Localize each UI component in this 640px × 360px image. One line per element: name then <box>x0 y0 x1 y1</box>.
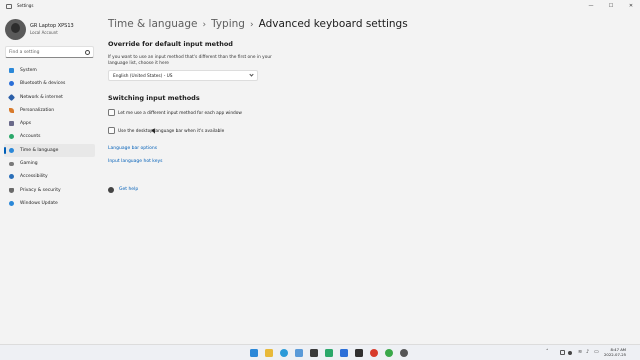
close-button[interactable]: ✕ <box>624 1 638 11</box>
file-explorer-icon[interactable] <box>265 349 273 357</box>
bluetooth-icon <box>9 81 14 87</box>
get-help-link[interactable]: Get help <box>119 187 138 192</box>
breadcrumb-separator: › <box>249 20 254 30</box>
sidebar-item-bluetooth[interactable]: Bluetooth & devices <box>4 77 95 90</box>
app-icon-blue[interactable] <box>340 349 348 357</box>
sidebar-item-personalization[interactable]: Personalization <box>4 104 95 117</box>
sidebar-item-accounts[interactable]: Accounts <box>4 130 95 143</box>
accounts-icon <box>9 134 14 140</box>
shield-icon <box>9 187 14 193</box>
sidebar-item-privacy-security[interactable]: Privacy & security <box>4 184 95 197</box>
system-icon <box>9 68 14 73</box>
sidebar-item-label: Personalization <box>20 107 55 113</box>
volume-icon[interactable]: ♪ <box>586 350 591 355</box>
gaming-icon <box>9 161 14 166</box>
sidebar-nav: System Bluetooth & devices Network & int… <box>4 64 95 210</box>
time-language-icon <box>9 147 14 153</box>
breadcrumb-typing[interactable]: Typing <box>211 18 245 30</box>
search-input[interactable]: Find a setting <box>5 46 94 58</box>
sidebar-item-label: Time & language <box>20 147 59 153</box>
settings-gear-icon[interactable] <box>400 349 408 357</box>
chrome-icon[interactable] <box>370 349 378 357</box>
window-title: Settings <box>17 3 34 8</box>
apps-icon <box>9 121 14 127</box>
sidebar-item-label: Privacy & security <box>20 187 61 193</box>
accessibility-icon <box>9 174 14 180</box>
breadcrumb: Time & language › Typing › Advanced keyboard… <box>108 18 408 30</box>
notepad-icon[interactable] <box>295 349 303 357</box>
title-bar: Settings — ☐ ✕ <box>0 0 640 13</box>
user-profile[interactable]: GR Laptop XPS13 Local Account <box>5 19 100 41</box>
sidebar-item-label: Network & internet <box>20 94 63 100</box>
breadcrumb-separator: › <box>202 20 207 30</box>
language-bar-options-link[interactable]: Language bar options <box>108 146 157 151</box>
tray-overflow-icon[interactable]: ˄ <box>546 350 551 355</box>
sidebar-item-system[interactable]: System <box>4 64 95 77</box>
account-type: Local Account <box>30 30 58 35</box>
page-title: Advanced keyboard settings <box>258 18 408 30</box>
sidebar-item-label: Accounts <box>20 134 41 140</box>
search-icon[interactable] <box>85 50 90 55</box>
sidebar-item-network[interactable]: Network & internet <box>4 91 95 104</box>
clock-date: 2022-07-25 <box>604 352 627 357</box>
per-app-input-checkbox[interactable] <box>108 109 115 116</box>
tray-app-icon[interactable] <box>560 350 565 355</box>
sidebar-item-windows-update[interactable]: Windows Update <box>4 197 95 210</box>
settings-app-icon <box>6 4 12 9</box>
sidebar-item-label: Apps <box>20 121 32 127</box>
sidebar-item-label: Bluetooth & devices <box>20 81 66 87</box>
sidebar-item-gaming[interactable]: Gaming <box>4 157 95 170</box>
sidebar-item-label: Accessibility <box>20 174 48 180</box>
network-icon <box>7 93 16 101</box>
spreadsheet-icon[interactable] <box>325 349 333 357</box>
clock[interactable]: 8:47 AM 2022-07-25 <box>604 347 626 357</box>
minimize-button[interactable]: — <box>584 1 598 11</box>
user-name: GR Laptop XPS13 <box>30 23 74 29</box>
app-icon-dark[interactable] <box>355 349 363 357</box>
sidebar-item-time-language[interactable]: Time & language <box>4 143 95 158</box>
app-icon-green[interactable] <box>385 349 393 357</box>
avatar[interactable] <box>5 19 26 40</box>
windows-update-icon <box>9 200 14 206</box>
input-language-hot-keys-link[interactable]: Input language hot keys <box>108 159 163 164</box>
dropdown-selected-value: English (United States) - US <box>113 74 173 79</box>
breadcrumb-time-language[interactable]: Time & language <box>108 18 197 30</box>
edge-icon[interactable] <box>280 349 288 357</box>
checkbox-label: Let me use a different input method for … <box>118 110 242 116</box>
sidebar-item-label: Gaming <box>20 161 38 167</box>
sidebar-item-label: Windows Update <box>20 200 58 206</box>
search-placeholder: Find a setting <box>9 50 40 55</box>
desktop-language-bar-checkbox[interactable] <box>108 127 115 134</box>
override-description: If you want to use an input method that'… <box>108 55 272 66</box>
start-button[interactable] <box>250 349 258 357</box>
switching-section-title: Switching input methods <box>108 94 200 102</box>
wifi-icon[interactable]: ≋ <box>578 350 583 355</box>
terminal-icon[interactable] <box>310 349 318 357</box>
tray-app-icon[interactable] <box>568 350 572 355</box>
sidebar-item-accessibility[interactable]: Accessibility <box>4 170 95 183</box>
sidebar-item-label: System <box>20 68 37 73</box>
chevron-down-icon <box>249 72 254 77</box>
help-icon <box>108 187 114 193</box>
taskbar: ˄ ≋ ♪ ▭ 8:47 AM 2022-07-25 <box>0 344 640 360</box>
sidebar-item-apps[interactable]: Apps <box>4 117 95 130</box>
battery-icon[interactable]: ▭ <box>594 350 599 355</box>
maximize-button[interactable]: ☐ <box>604 1 618 11</box>
checkbox-label: Use the desktop language bar when it's a… <box>118 128 225 134</box>
override-section-title: Override for default input method <box>108 40 233 48</box>
personalization-icon <box>9 107 14 113</box>
input-method-dropdown[interactable]: English (United States) - US <box>108 70 258 81</box>
